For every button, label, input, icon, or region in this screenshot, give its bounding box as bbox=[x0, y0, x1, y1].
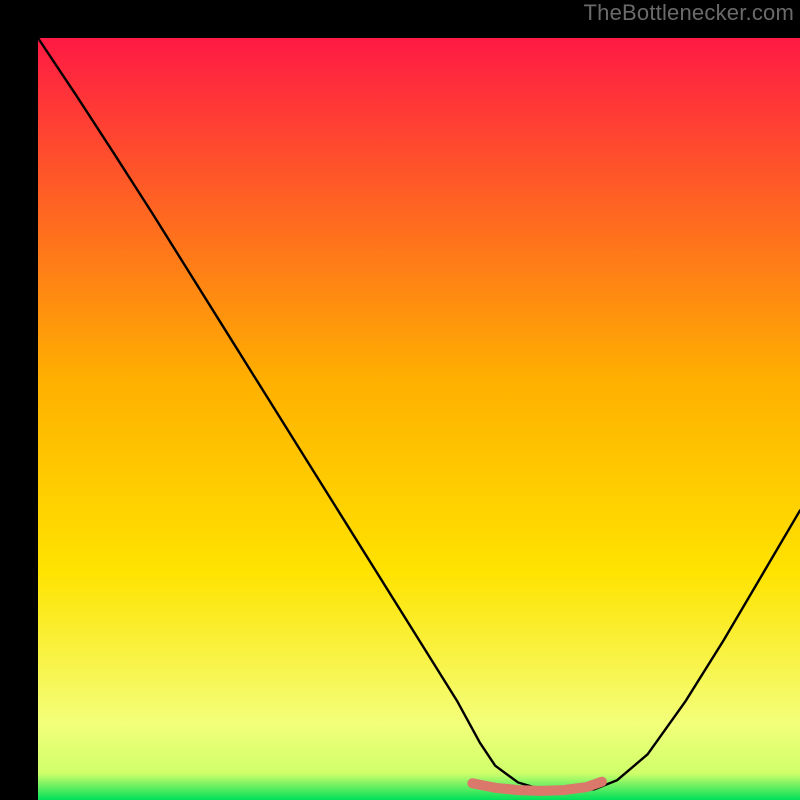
gradient-background bbox=[38, 38, 800, 800]
watermark-text: TheBottlenecker.com bbox=[584, 0, 794, 26]
bottleneck-chart bbox=[38, 38, 800, 800]
chart-frame bbox=[19, 19, 781, 781]
